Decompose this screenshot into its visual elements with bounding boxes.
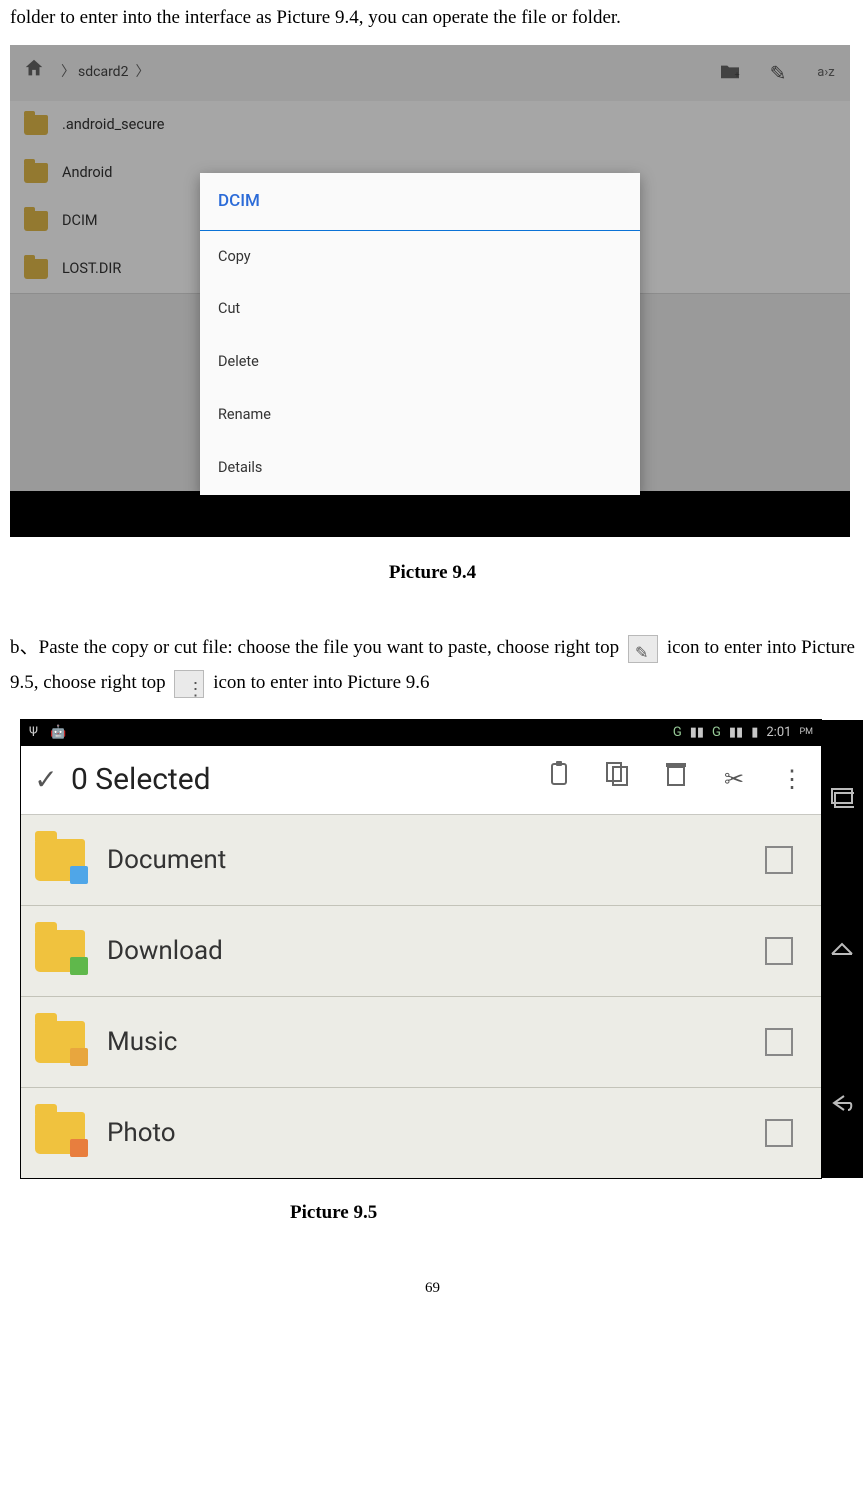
home-nav-icon[interactable] bbox=[830, 938, 854, 960]
signal-icon: ▮▮ bbox=[729, 721, 743, 745]
folder-label: Document bbox=[107, 836, 765, 884]
folder-icon bbox=[35, 930, 85, 972]
usb-icon: Ψ bbox=[29, 721, 38, 745]
folder-icon bbox=[35, 1021, 85, 1063]
folder-row-music[interactable]: Music bbox=[21, 997, 821, 1088]
copy-icon[interactable] bbox=[589, 757, 647, 801]
folder-row-photo[interactable]: Photo bbox=[21, 1088, 821, 1178]
folder-icon bbox=[35, 839, 85, 881]
pencil-icon bbox=[628, 635, 658, 663]
context-menu-title: DCIM bbox=[200, 173, 640, 230]
battery-icon: ▮ bbox=[751, 721, 758, 745]
done-check-icon[interactable]: ✓ bbox=[21, 754, 71, 806]
overflow-icon[interactable]: ⋮ bbox=[763, 757, 821, 801]
context-menu-item-copy[interactable]: Copy bbox=[200, 231, 640, 284]
status-ampm: PM bbox=[799, 724, 813, 741]
paste-icon[interactable] bbox=[531, 757, 589, 801]
cut-icon[interactable]: ✂ bbox=[705, 757, 763, 801]
context-menu-item-cut[interactable]: Cut bbox=[200, 283, 640, 336]
figure-9-5: Ψ 🤖 G ▮▮ G ▮▮ ▮ 2:01 PM ✓ 0 Selected ✂ ⋮ bbox=[20, 719, 822, 1179]
figure-9-4: 〉 sdcard2 〉 + ✎ a›z .android_secure Andr… bbox=[10, 45, 850, 537]
status-bar: Ψ 🤖 G ▮▮ G ▮▮ ▮ 2:01 PM bbox=[21, 720, 821, 746]
text-segment: b、Paste the copy or cut file: choose the… bbox=[10, 637, 624, 658]
recent-apps-icon[interactable] bbox=[830, 785, 854, 807]
text-segment: icon to enter into Picture 9.6 bbox=[213, 672, 429, 693]
network-g-icon: G bbox=[673, 721, 682, 745]
delete-icon[interactable] bbox=[647, 757, 705, 801]
paragraph-b: b、Paste the copy or cut file: choose the… bbox=[10, 630, 855, 700]
signal-icon: ▮▮ bbox=[690, 721, 704, 745]
folder-row-download[interactable]: Download bbox=[21, 906, 821, 997]
folder-label: Photo bbox=[107, 1109, 765, 1157]
overflow-icon bbox=[174, 670, 204, 698]
folder-icon bbox=[35, 1112, 85, 1154]
folder-label: Music bbox=[107, 1018, 765, 1066]
intro-text: folder to enter into the interface as Pi… bbox=[10, 0, 855, 35]
select-checkbox[interactable] bbox=[765, 1119, 793, 1147]
context-menu: DCIM Copy Cut Delete Rename Details bbox=[200, 173, 640, 495]
status-time: 2:01 bbox=[766, 721, 791, 745]
context-menu-item-details[interactable]: Details bbox=[200, 442, 640, 495]
system-navbar bbox=[10, 491, 850, 537]
page-number: 69 bbox=[10, 1275, 855, 1303]
figure-9-4-caption: Picture 9.4 bbox=[10, 555, 855, 590]
figure-9-5-caption: Picture 9.5 bbox=[10, 1195, 855, 1230]
context-menu-item-delete[interactable]: Delete bbox=[200, 336, 640, 389]
system-nav-bar bbox=[821, 720, 863, 1178]
context-menu-item-rename[interactable]: Rename bbox=[200, 389, 640, 442]
network-g-icon: G bbox=[712, 721, 721, 745]
back-nav-icon[interactable] bbox=[830, 1090, 854, 1112]
select-checkbox[interactable] bbox=[765, 937, 793, 965]
select-checkbox[interactable] bbox=[765, 1028, 793, 1056]
action-bar: ✓ 0 Selected ✂ ⋮ bbox=[21, 746, 821, 815]
folder-row-document[interactable]: Document bbox=[21, 815, 821, 906]
folder-label: Download bbox=[107, 927, 765, 975]
selection-count: 0 Selected bbox=[71, 752, 211, 808]
android-icon: 🤖 bbox=[50, 721, 66, 745]
select-checkbox[interactable] bbox=[765, 846, 793, 874]
